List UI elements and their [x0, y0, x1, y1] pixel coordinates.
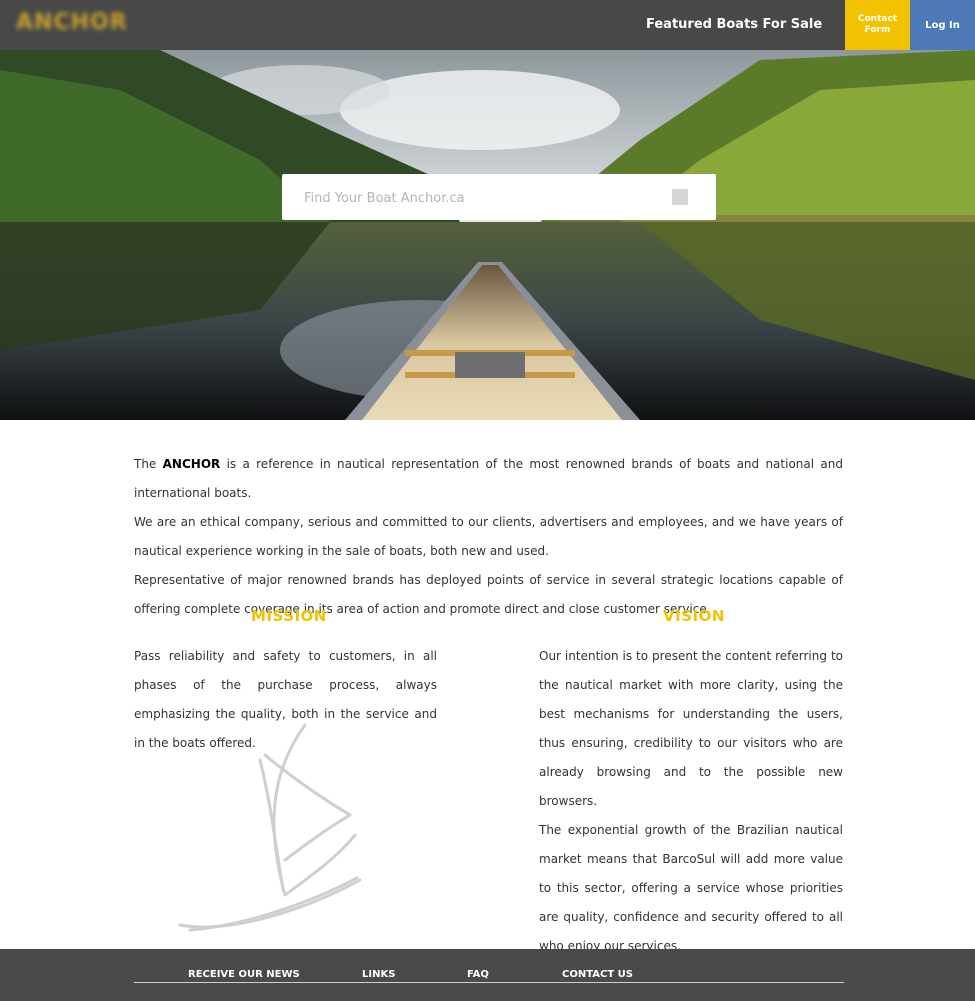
search-input[interactable] [302, 186, 646, 210]
login-button[interactable]: Log In [910, 0, 975, 50]
contact-form-button[interactable]: Contact Form [845, 0, 910, 50]
intro-paragraph-3: Representative of major renowned brands … [134, 573, 843, 616]
top-header: ANCHOR Featured Boats For Sale Contact F… [0, 0, 975, 50]
vision-text: Our intention is to present the content … [539, 649, 843, 953]
search-box [282, 174, 716, 220]
footer: RECEIVE OUR NEWS LINKS FAQ CONTACT US [0, 949, 975, 1001]
site-logo[interactable]: ANCHOR [16, 10, 128, 35]
featured-boats-link[interactable]: Featured Boats For Sale [646, 17, 822, 32]
hero-lake-canoe-image [0, 50, 975, 420]
footer-link-faq[interactable]: FAQ [467, 969, 489, 980]
intro-paragraph-2: We are an ethical company, serious and c… [134, 515, 843, 558]
search-button[interactable] [672, 189, 688, 205]
footer-link-links[interactable]: LINKS [362, 969, 395, 980]
footer-link-contact[interactable]: CONTACT US [562, 969, 633, 980]
mission-heading: MISSION [251, 607, 327, 625]
intro-line1: The ANCHOR is a reference in nautical re… [134, 457, 843, 500]
footer-divider [134, 982, 844, 983]
vision-heading: VISION [663, 607, 725, 625]
brand-name: ANCHOR [162, 457, 221, 471]
intro-section: The ANCHOR is a reference in nautical re… [134, 450, 843, 624]
footer-link-news[interactable]: RECEIVE OUR NEWS [188, 969, 300, 980]
sail-logo-icon [178, 723, 362, 932]
hero-banner [0, 50, 975, 420]
